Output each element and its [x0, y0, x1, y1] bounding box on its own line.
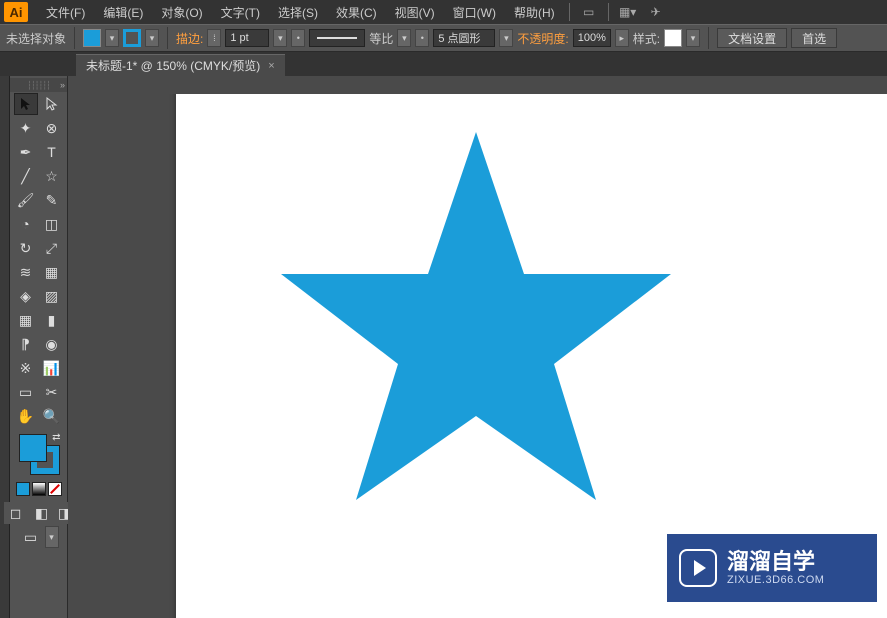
- control-bar: 未选择对象 ▾ ▾ 描边: ⁞ 1 pt ▾ • 等比 ▾ • 5 点圆形 ▾ …: [0, 24, 887, 52]
- gradient-mode[interactable]: [32, 482, 46, 496]
- opacity-label[interactable]: 不透明度:: [517, 30, 568, 47]
- main-area: » ✦ ⊗ ✒ T ╱ ☆ 🖌 ✎ ◔ ◫ ↻ ⤢ ≋: [0, 76, 887, 618]
- star-shape[interactable]: [276, 124, 676, 504]
- panel-strip[interactable]: [0, 76, 10, 618]
- scale-tool[interactable]: ⤢: [40, 237, 64, 259]
- doc-setup-button[interactable]: 文档设置: [717, 28, 787, 48]
- preferences-button[interactable]: 首选: [791, 28, 837, 48]
- perspective-tool[interactable]: ▨: [40, 285, 64, 307]
- eraser-tool[interactable]: ◫: [40, 213, 64, 235]
- mesh-tool[interactable]: ▦: [14, 309, 38, 331]
- opacity-dropdown[interactable]: ▸: [615, 29, 629, 47]
- close-tab-icon[interactable]: ×: [268, 60, 274, 72]
- menu-edit[interactable]: 编辑(E): [95, 1, 151, 23]
- toolbox-header[interactable]: »: [10, 78, 67, 92]
- none-mode[interactable]: [48, 482, 62, 496]
- menu-view[interactable]: 视图(V): [387, 1, 443, 23]
- magic-wand-tool[interactable]: ✦: [14, 117, 38, 139]
- slice-tool[interactable]: ✂: [40, 381, 64, 403]
- app-icon: Ai: [4, 2, 28, 22]
- brush-dropdown[interactable]: ▾: [499, 29, 513, 47]
- brush-handle[interactable]: •: [415, 29, 429, 47]
- lasso-tool[interactable]: ⊗: [40, 117, 64, 139]
- menu-text[interactable]: 文字(T): [213, 1, 268, 23]
- style-dropdown[interactable]: ▾: [686, 29, 700, 47]
- style-swatch[interactable]: [664, 29, 682, 47]
- fill-dropdown[interactable]: ▾: [105, 29, 119, 47]
- pen-tool[interactable]: ✒: [14, 141, 38, 163]
- draw-behind[interactable]: ◧: [30, 502, 54, 524]
- hand-tool[interactable]: ✋: [14, 405, 38, 427]
- eyedropper-tool[interactable]: ⁋: [14, 333, 38, 355]
- menu-help[interactable]: 帮助(H): [506, 1, 563, 23]
- separator: [708, 27, 709, 49]
- toolbox: » ✦ ⊗ ✒ T ╱ ☆ 🖌 ✎ ◔ ◫ ↻ ⤢ ≋: [10, 76, 68, 618]
- fill-stroke-control[interactable]: ⇄: [17, 432, 61, 476]
- graph-tool[interactable]: 📊: [40, 357, 64, 379]
- zoom-tool[interactable]: 🔍: [40, 405, 64, 427]
- blend-tool[interactable]: ◉: [40, 333, 64, 355]
- menu-window[interactable]: 窗口(W): [445, 1, 504, 23]
- menu-bar: Ai 文件(F) 编辑(E) 对象(O) 文字(T) 选择(S) 效果(C) 视…: [0, 0, 887, 24]
- gradient-tool[interactable]: ▮: [40, 309, 64, 331]
- selection-status: 未选择对象: [6, 30, 66, 47]
- menu-object[interactable]: 对象(O): [153, 1, 210, 23]
- separator: [569, 3, 570, 21]
- style-label: 样式:: [633, 30, 660, 47]
- direct-selection-tool[interactable]: [40, 93, 64, 115]
- weight-dropdown[interactable]: ▾: [273, 29, 287, 47]
- stroke-dropdown[interactable]: ▾: [145, 29, 159, 47]
- selection-tool[interactable]: [14, 93, 38, 115]
- document-tab-bar: 未标题-1* @ 150% (CMYK/预览) ×: [0, 52, 887, 76]
- artboard-tool[interactable]: ▭: [14, 381, 38, 403]
- width-tool[interactable]: ≋: [14, 261, 38, 283]
- free-transform-tool[interactable]: ▦: [40, 261, 64, 283]
- screen-mode[interactable]: ▭: [19, 526, 43, 548]
- brush-profile-input[interactable]: 5 点圆形: [433, 29, 495, 47]
- document-tab-title: 未标题-1* @ 150% (CMYK/预览): [86, 57, 260, 74]
- opacity-input[interactable]: 100%: [573, 29, 611, 47]
- paintbrush-tool[interactable]: 🖌: [14, 189, 38, 211]
- screen-mode-dropdown[interactable]: ▾: [45, 526, 59, 548]
- uniform-label: 等比: [369, 30, 393, 47]
- rotate-tool[interactable]: ↻: [14, 237, 38, 259]
- canvas-container: 溜溜自学 ZIXUE.3D66.COM: [68, 76, 887, 618]
- draw-normal[interactable]: ◻: [4, 502, 28, 524]
- uniform-dropdown[interactable]: ▾: [397, 29, 411, 47]
- fill-swatch[interactable]: [83, 29, 101, 47]
- pencil-tool[interactable]: ✎: [40, 189, 64, 211]
- separator: [608, 3, 609, 21]
- stroke-profile-preview[interactable]: [309, 29, 365, 47]
- type-tool[interactable]: T: [40, 141, 64, 163]
- menu-effect[interactable]: 效果(C): [328, 1, 385, 23]
- profile-handle[interactable]: •: [291, 29, 305, 47]
- blob-brush-tool[interactable]: ◔: [14, 213, 38, 235]
- watermark-url: ZIXUE.3D66.COM: [727, 574, 824, 586]
- menu-select[interactable]: 选择(S): [270, 1, 326, 23]
- play-icon: [679, 549, 717, 587]
- symbol-sprayer-tool[interactable]: ※: [14, 357, 38, 379]
- swap-fill-stroke-icon[interactable]: ⇄: [52, 432, 60, 443]
- bridge-icon[interactable]: ▭: [578, 2, 600, 22]
- stroke-label[interactable]: 描边:: [176, 30, 203, 47]
- color-mode[interactable]: [16, 482, 30, 496]
- menu-file[interactable]: 文件(F): [38, 1, 93, 23]
- watermark: 溜溜自学 ZIXUE.3D66.COM: [667, 534, 877, 602]
- watermark-title: 溜溜自学: [727, 550, 824, 574]
- document-tab[interactable]: 未标题-1* @ 150% (CMYK/预览) ×: [76, 54, 285, 76]
- gpu-icon[interactable]: ✈: [645, 2, 667, 22]
- star-tool[interactable]: ☆: [40, 165, 64, 187]
- fill-color[interactable]: [19, 434, 47, 462]
- weight-down[interactable]: ⁞: [207, 29, 221, 47]
- stroke-weight-input[interactable]: 1 pt: [225, 29, 269, 47]
- shape-builder-tool[interactable]: ◈: [14, 285, 38, 307]
- separator: [167, 27, 168, 49]
- arrange-docs-icon[interactable]: ▦▾: [617, 2, 639, 22]
- line-tool[interactable]: ╱: [14, 165, 38, 187]
- stroke-swatch[interactable]: [123, 29, 141, 47]
- separator: [74, 27, 75, 49]
